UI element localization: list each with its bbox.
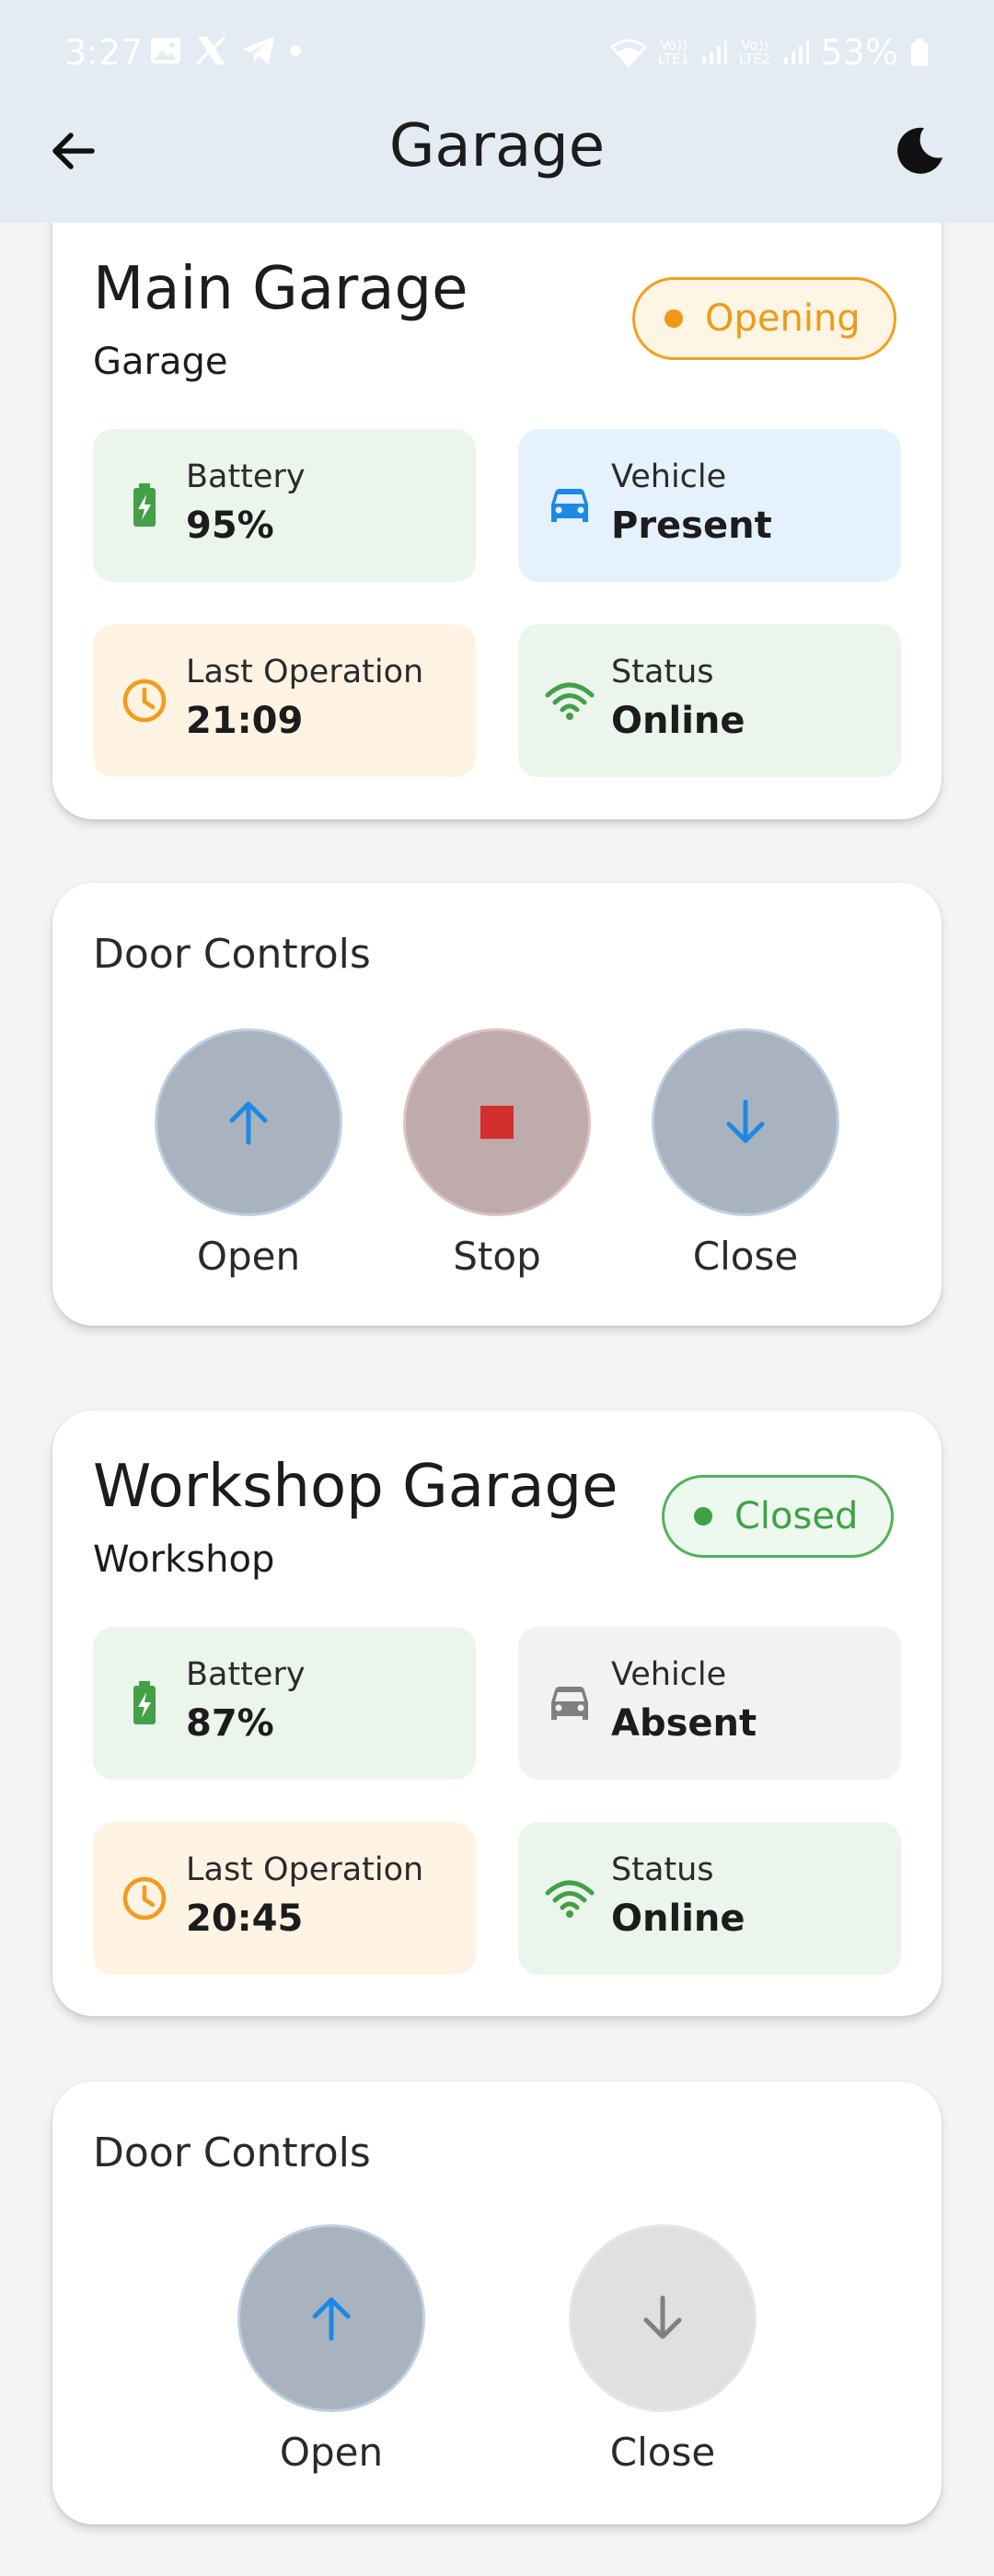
wifi-icon — [545, 682, 595, 720]
battery-charging-icon — [133, 483, 156, 527]
arrow-up-icon — [312, 2297, 351, 2341]
battery-icon — [911, 39, 928, 66]
open-label: Open — [196, 1234, 301, 1279]
wifi-icon — [609, 39, 647, 67]
battery-tile: Battery 87% — [93, 1627, 476, 1780]
battery-value: 87% — [186, 1702, 274, 1745]
status-dot — [665, 309, 683, 328]
garage-card-workshop: Workshop Garage Workshop Closed Battery … — [52, 1410, 942, 2016]
close-door-button[interactable] — [652, 1028, 839, 1216]
theme-toggle-button[interactable] — [893, 124, 946, 178]
battery-label: Battery — [186, 1656, 306, 1693]
vehicle-value: Absent — [611, 1702, 757, 1745]
stop-label: Stop — [453, 1234, 541, 1279]
system-icons: Vo)) LTE1 Vo)) LTE2 53% — [609, 32, 930, 73]
vehicle-label: Vehicle — [611, 1656, 727, 1693]
close-door-button[interactable] — [569, 2224, 757, 2412]
clock-icon — [122, 1876, 167, 1920]
garage-card-main: Main Garage Garage Opening Battery 95% V… — [52, 180, 942, 819]
open-label: Open — [279, 2430, 384, 2475]
connection-status-value: Online — [611, 700, 746, 742]
garage-type: Garage — [93, 341, 228, 383]
top-bar: 3:27 Vo)) LTE1 Vo)) LTE2 53% Garage — [0, 0, 994, 223]
status-dot — [694, 1507, 712, 1526]
last-operation-tile: Last Operation 21:09 — [93, 624, 476, 777]
battery-percent: 53% — [820, 32, 898, 73]
last-operation-label: Last Operation — [186, 654, 424, 690]
connection-status-label: Status — [611, 1851, 714, 1888]
status-bar: 3:27 Vo)) LTE1 Vo)) LTE2 53% — [0, 0, 994, 109]
signal-sim2-icon — [783, 41, 809, 64]
stop-door-button[interactable] — [403, 1028, 591, 1216]
close-label: Close — [609, 2430, 716, 2475]
battery-label: Battery — [186, 458, 306, 495]
page-title: Garage — [388, 112, 606, 180]
status-badge: Opening — [632, 277, 896, 360]
door-controls-card-main: Door Controls Open Stop Close — [52, 883, 942, 1326]
signal-sim1-icon — [702, 41, 728, 64]
more-notifications-icon — [290, 45, 301, 56]
arrow-down-icon — [726, 1099, 765, 1143]
vehicle-value: Present — [611, 505, 772, 547]
arrow-up-icon — [229, 1101, 268, 1145]
x-app-icon — [195, 37, 226, 64]
sim1-indicator: Vo)) LTE1 — [657, 37, 690, 67]
door-controls-card-workshop: Door Controls Open Close — [52, 2082, 942, 2524]
last-operation-value: 21:09 — [186, 700, 304, 742]
garage-name: Main Garage — [93, 255, 468, 323]
stop-icon — [480, 1106, 514, 1139]
battery-value: 95% — [186, 505, 274, 547]
battery-charging-icon — [133, 1681, 156, 1724]
moon-icon — [897, 127, 942, 174]
open-door-button[interactable] — [237, 2224, 425, 2412]
garage-type: Workshop — [93, 1538, 275, 1581]
status-badge-label: Opening — [705, 297, 861, 340]
arrow-down-icon — [643, 2295, 682, 2339]
wifi-icon — [545, 1880, 595, 1918]
sim2-indicator: Vo)) LTE2 — [739, 37, 771, 67]
telegram-icon — [243, 37, 274, 64]
connection-status-value: Online — [611, 1897, 746, 1940]
status-badge-label: Closed — [734, 1495, 859, 1537]
vehicle-tile: Vehicle Absent — [518, 1627, 901, 1780]
garage-name: Workshop Garage — [93, 1453, 618, 1521]
car-icon — [551, 1687, 588, 1720]
connection-status-tile: Status Online — [518, 624, 901, 777]
door-controls-title: Door Controls — [93, 931, 371, 978]
last-operation-tile: Last Operation 20:45 — [93, 1822, 476, 1975]
gallery-icon — [151, 38, 180, 64]
vehicle-label: Vehicle — [611, 458, 727, 495]
close-label: Close — [692, 1234, 799, 1279]
status-badge: Closed — [662, 1475, 895, 1558]
status-time: 3:27 — [64, 32, 144, 73]
notification-icons — [149, 35, 302, 66]
connection-status-label: Status — [611, 654, 714, 690]
clock-icon — [122, 679, 167, 723]
last-operation-value: 20:45 — [186, 1897, 304, 1940]
connection-status-tile: Status Online — [518, 1822, 901, 1975]
last-operation-label: Last Operation — [186, 1851, 424, 1888]
battery-tile: Battery 95% — [93, 429, 476, 582]
open-door-button[interactable] — [155, 1028, 342, 1216]
door-controls-title: Door Controls — [93, 2129, 371, 2176]
car-icon — [551, 489, 588, 522]
vehicle-tile: Vehicle Present — [518, 429, 901, 582]
